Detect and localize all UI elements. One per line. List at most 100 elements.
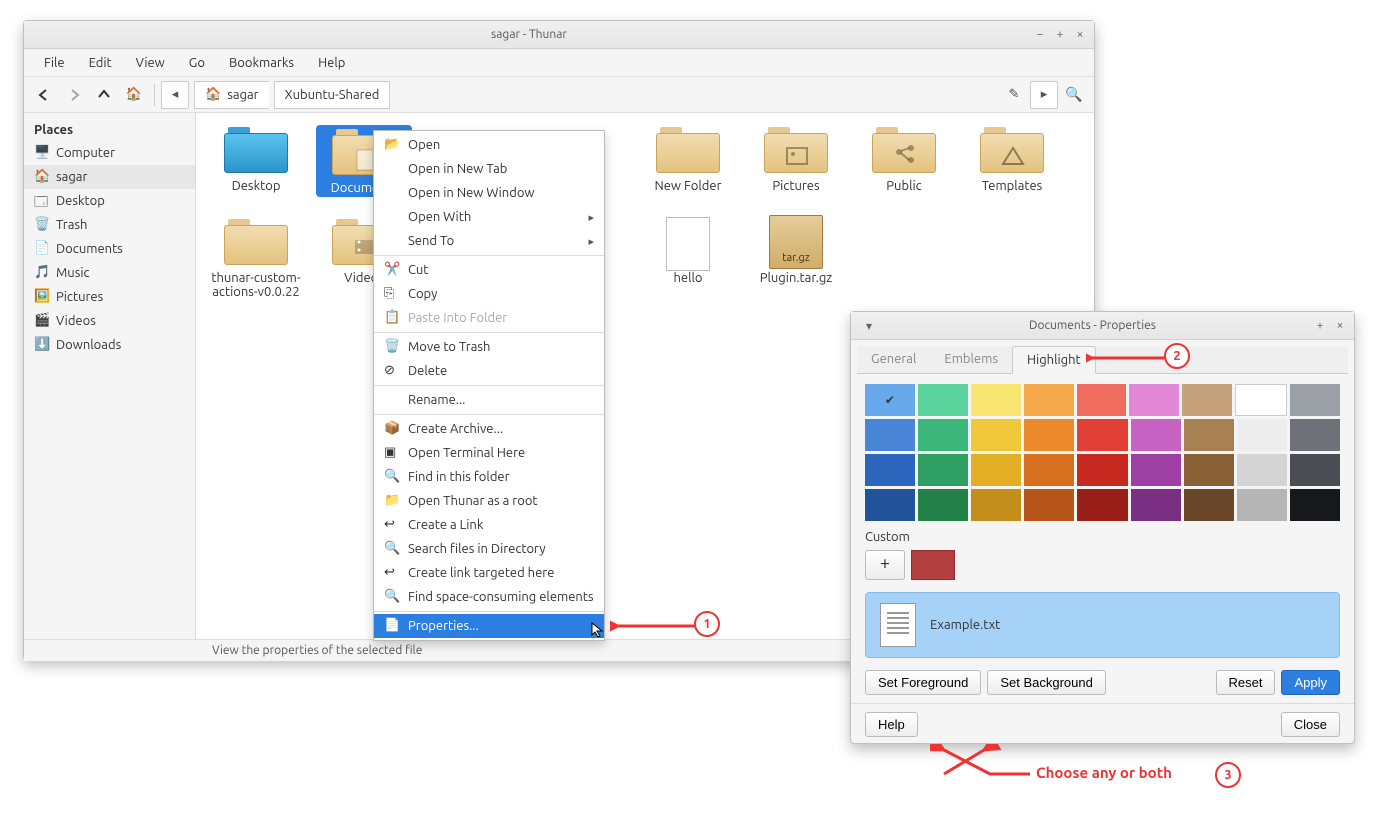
window-minimize-icon[interactable]: −: [1032, 27, 1048, 43]
color-swatch[interactable]: [1237, 489, 1287, 521]
ctx-open-in-new-window[interactable]: Open in New Window: [374, 181, 604, 205]
file-item-hello[interactable]: hello: [640, 217, 736, 299]
breadcrumb-folder[interactable]: Xubuntu-Shared: [274, 81, 391, 109]
tab-general[interactable]: General: [857, 346, 930, 373]
set-foreground-button[interactable]: Set Foreground: [865, 670, 981, 695]
sidebar-item-downloads[interactable]: ⬇️Downloads: [24, 333, 195, 357]
tab-highlight[interactable]: Highlight: [1012, 346, 1096, 374]
close-button[interactable]: Close: [1281, 712, 1340, 737]
home-button[interactable]: 🏠: [120, 81, 148, 109]
up-button[interactable]: [90, 81, 118, 109]
file-item-thunar-custom-actions-v0-0-22[interactable]: thunar-custom-actions-v0.0.22: [208, 217, 304, 299]
menu-bookmarks[interactable]: Bookmarks: [217, 52, 306, 74]
path-back-icon[interactable]: ◂: [161, 81, 189, 109]
path-toggle-icon[interactable]: ▸: [1030, 81, 1058, 109]
color-swatch[interactable]: [1129, 384, 1179, 416]
ctx-open-thunar-as-a-root[interactable]: 📁Open Thunar as a root: [374, 489, 604, 513]
color-swatch[interactable]: [865, 489, 915, 521]
color-swatch[interactable]: [1077, 384, 1127, 416]
help-button[interactable]: Help: [865, 712, 918, 737]
ctx-create-a-link[interactable]: ↩Create a Link: [374, 513, 604, 537]
color-swatch[interactable]: [1290, 419, 1340, 451]
file-item-pictures[interactable]: Pictures: [748, 125, 844, 197]
color-swatch[interactable]: [971, 419, 1021, 451]
sidebar-item-desktop[interactable]: 🗔Desktop: [24, 189, 195, 213]
back-button[interactable]: [30, 81, 58, 109]
color-swatch[interactable]: [865, 454, 915, 486]
breadcrumb-home[interactable]: 🏠 sagar: [194, 81, 269, 109]
ctx-open-in-new-tab[interactable]: Open in New Tab: [374, 157, 604, 181]
menu-edit[interactable]: Edit: [77, 52, 124, 74]
custom-color-swatch[interactable]: [911, 550, 955, 580]
ctx-properties-[interactable]: 📄Properties...: [374, 614, 604, 638]
color-swatch[interactable]: [1184, 454, 1234, 486]
sidebar-item-music[interactable]: 🎵Music: [24, 261, 195, 285]
color-swatch[interactable]: [1235, 384, 1287, 416]
color-swatch[interactable]: [1290, 454, 1340, 486]
color-swatch[interactable]: [971, 489, 1021, 521]
ctx-open-with[interactable]: Open With▸: [374, 205, 604, 229]
ctx-search-files-in-directory[interactable]: 🔍Search files in Directory: [374, 537, 604, 561]
color-swatch[interactable]: [971, 454, 1021, 486]
ctx-cut[interactable]: ✂️Cut: [374, 258, 604, 282]
apply-button[interactable]: Apply: [1281, 670, 1340, 695]
forward-button[interactable]: [60, 81, 88, 109]
sidebar-item-computer[interactable]: 🖥️Computer: [24, 141, 195, 165]
color-swatch[interactable]: [1024, 489, 1074, 521]
dialog-menu-icon[interactable]: ▾: [861, 318, 877, 334]
color-swatch[interactable]: [1024, 454, 1074, 486]
tab-emblems[interactable]: Emblems: [930, 346, 1012, 373]
set-background-button[interactable]: Set Background: [987, 670, 1106, 695]
sidebar-item-videos[interactable]: 🎬Videos: [24, 309, 195, 333]
color-swatch[interactable]: [1077, 489, 1127, 521]
dialog-maximize-icon[interactable]: +: [1312, 318, 1328, 334]
ctx-open-terminal-here[interactable]: ▣Open Terminal Here: [374, 441, 604, 465]
color-swatch[interactable]: [1024, 419, 1074, 451]
color-swatch[interactable]: [1290, 489, 1340, 521]
color-swatch[interactable]: [1024, 384, 1074, 416]
color-swatch[interactable]: [1077, 454, 1127, 486]
sidebar-item-sagar[interactable]: 🏠sagar: [24, 165, 195, 189]
reset-button[interactable]: Reset: [1216, 670, 1276, 695]
ctx-move-to-trash[interactable]: 🗑️Move to Trash: [374, 335, 604, 359]
file-item-plugin-tar-gz[interactable]: tar.gzPlugin.tar.gz: [748, 217, 844, 299]
ctx-send-to[interactable]: Send To▸: [374, 229, 604, 253]
window-maximize-icon[interactable]: +: [1052, 27, 1068, 43]
color-swatch[interactable]: [1184, 489, 1234, 521]
edit-path-icon[interactable]: ✎: [1000, 81, 1028, 109]
sidebar-item-documents[interactable]: 📄Documents: [24, 237, 195, 261]
menu-file[interactable]: File: [32, 52, 77, 74]
color-swatch[interactable]: [1077, 419, 1127, 451]
file-item-new-folder[interactable]: New Folder: [640, 125, 736, 197]
ctx-open[interactable]: 📂Open: [374, 133, 604, 157]
color-swatch[interactable]: [865, 384, 915, 416]
color-swatch[interactable]: [1131, 454, 1181, 486]
window-close-icon[interactable]: ×: [1072, 27, 1088, 43]
color-swatch[interactable]: [1237, 454, 1287, 486]
color-swatch[interactable]: [865, 419, 915, 451]
ctx-delete[interactable]: ⊘Delete: [374, 359, 604, 383]
ctx-copy[interactable]: ⎘Copy: [374, 282, 604, 306]
color-swatch[interactable]: [1131, 489, 1181, 521]
color-swatch[interactable]: [971, 384, 1021, 416]
file-item-desktop[interactable]: Desktop: [208, 125, 304, 197]
color-swatch[interactable]: [1182, 384, 1232, 416]
color-swatch[interactable]: [1290, 384, 1340, 416]
ctx-find-space-consuming-elements[interactable]: 🔍Find space-consuming elements: [374, 585, 604, 609]
ctx-rename-[interactable]: Rename...: [374, 388, 604, 412]
color-swatch[interactable]: [918, 489, 968, 521]
color-swatch[interactable]: [1184, 419, 1234, 451]
dialog-close-icon[interactable]: ×: [1332, 318, 1348, 334]
color-swatch[interactable]: [918, 419, 968, 451]
menu-help[interactable]: Help: [306, 52, 357, 74]
add-custom-color-button[interactable]: +: [865, 550, 905, 580]
ctx-create-archive-[interactable]: 📦Create Archive...: [374, 417, 604, 441]
sidebar-item-trash[interactable]: 🗑️Trash: [24, 213, 195, 237]
color-swatch[interactable]: [1131, 419, 1181, 451]
search-icon[interactable]: [1060, 81, 1088, 109]
color-swatch[interactable]: [1237, 419, 1287, 451]
color-swatch[interactable]: [918, 384, 968, 416]
menu-view[interactable]: View: [124, 52, 177, 74]
ctx-find-in-this-folder[interactable]: 🔍Find in this folder: [374, 465, 604, 489]
file-item-templates[interactable]: Templates: [964, 125, 1060, 197]
